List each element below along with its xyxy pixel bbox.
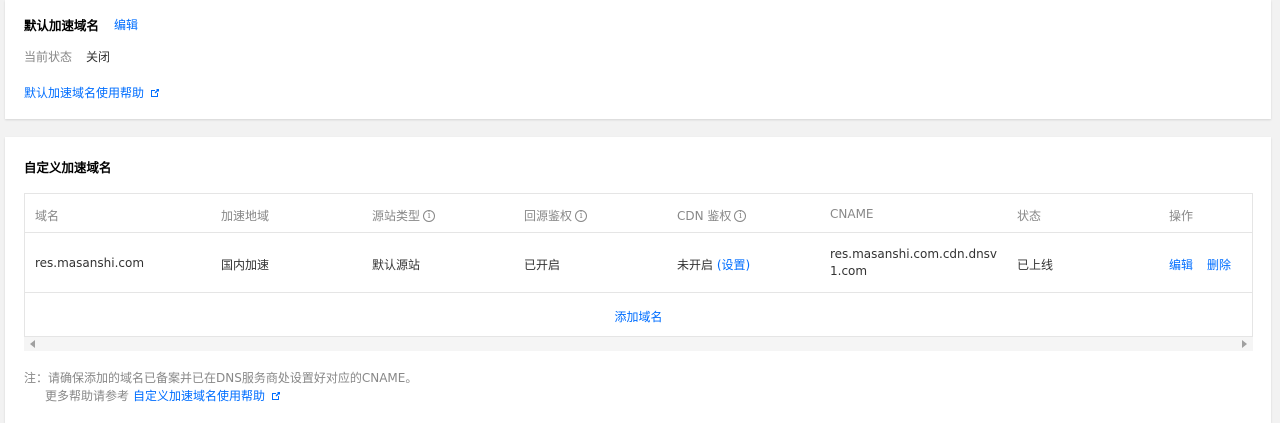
info-icon[interactable]: i [575,209,588,222]
col-back-auth: 回源鉴权 i [524,207,588,224]
col-region: 加速地域 [221,209,270,223]
current-state-label: 当前状态 [24,50,73,64]
custom-domain-help-link[interactable]: 自定义加速域名使用帮助 [133,387,281,404]
col-cdn-auth-label: CDN 鉴权 [677,209,732,223]
cell-cname: res.masanshi.com.cdn.dnsv1.com [830,247,998,278]
note-line2-text: 更多帮助请参考 [45,389,130,403]
cdn-auth-settings-link[interactable]: (设置) [717,258,750,272]
col-domain: 域名 [35,209,60,223]
cell-region: 国内加速 [221,258,270,272]
cell-actions: 编辑 删除 [1169,256,1245,273]
cell-origin-type: 默认源站 [372,258,421,272]
cell-back-auth: 已开启 [524,258,561,272]
custom-domain-panel: 自定义加速域名 域名 加速地域 源站类型 i 回源鉴权 i CDN 鉴权 i C… [5,137,1271,423]
custom-domain-help-text: 自定义加速域名使用帮助 [133,389,266,403]
scroll-left-icon[interactable] [30,340,35,348]
col-actions: 操作 [1169,209,1194,223]
info-icon[interactable]: i [423,209,436,222]
horizontal-scrollbar[interactable] [24,337,1253,351]
col-origin-type: 源站类型 i [372,207,436,224]
external-link-icon [271,391,281,401]
col-back-auth-label: 回源鉴权 [524,209,573,223]
add-domain-row: 添加域名 [25,293,1252,337]
current-state-value: 关闭 [86,50,111,64]
external-link-icon [150,88,160,98]
col-cdn-auth: CDN 鉴权 i [677,207,747,224]
info-icon[interactable]: i [734,209,747,222]
cdn-auth-value: 未开启 [677,258,714,272]
cell-status: 已上线 [1017,258,1054,272]
default-domain-title: 默认加速域名 [24,18,100,33]
scroll-right-icon[interactable] [1242,340,1247,348]
col-status: 状态 [1017,209,1042,223]
col-cname: CNAME [830,207,874,221]
table-row: res.masanshi.com 国内加速 默认源站 已开启 未开启 (设置) … [25,233,1252,293]
domain-table: 域名 加速地域 源站类型 i 回源鉴权 i CDN 鉴权 i CNAME 状态 … [24,193,1253,337]
note-line1: 注：请确保添加的域名已备案并已在DNS服务商处设置好对应的CNAME。 [24,371,418,385]
default-domain-panel: 默认加速域名 编辑 当前状态 关闭 默认加速域名使用帮助 [5,0,1271,119]
default-domain-edit-link[interactable]: 编辑 [114,16,138,33]
default-domain-help-text: 默认加速域名使用帮助 [24,86,145,100]
note-line2: 更多帮助请参考 自定义加速域名使用帮助 [45,387,281,404]
custom-domain-title: 自定义加速域名 [24,160,112,175]
col-origin-type-label: 源站类型 [372,209,421,223]
default-domain-help-link[interactable]: 默认加速域名使用帮助 [24,84,160,101]
add-domain-button[interactable]: 添加域名 [614,308,662,325]
edit-domain-button[interactable]: 编辑 [1169,258,1193,272]
delete-domain-button[interactable]: 删除 [1207,258,1231,272]
cell-domain: res.masanshi.com [35,256,145,270]
cell-cdn-auth: 未开启 (设置) [677,256,750,273]
table-header: 域名 加速地域 源站类型 i 回源鉴权 i CDN 鉴权 i CNAME 状态 … [25,194,1252,233]
